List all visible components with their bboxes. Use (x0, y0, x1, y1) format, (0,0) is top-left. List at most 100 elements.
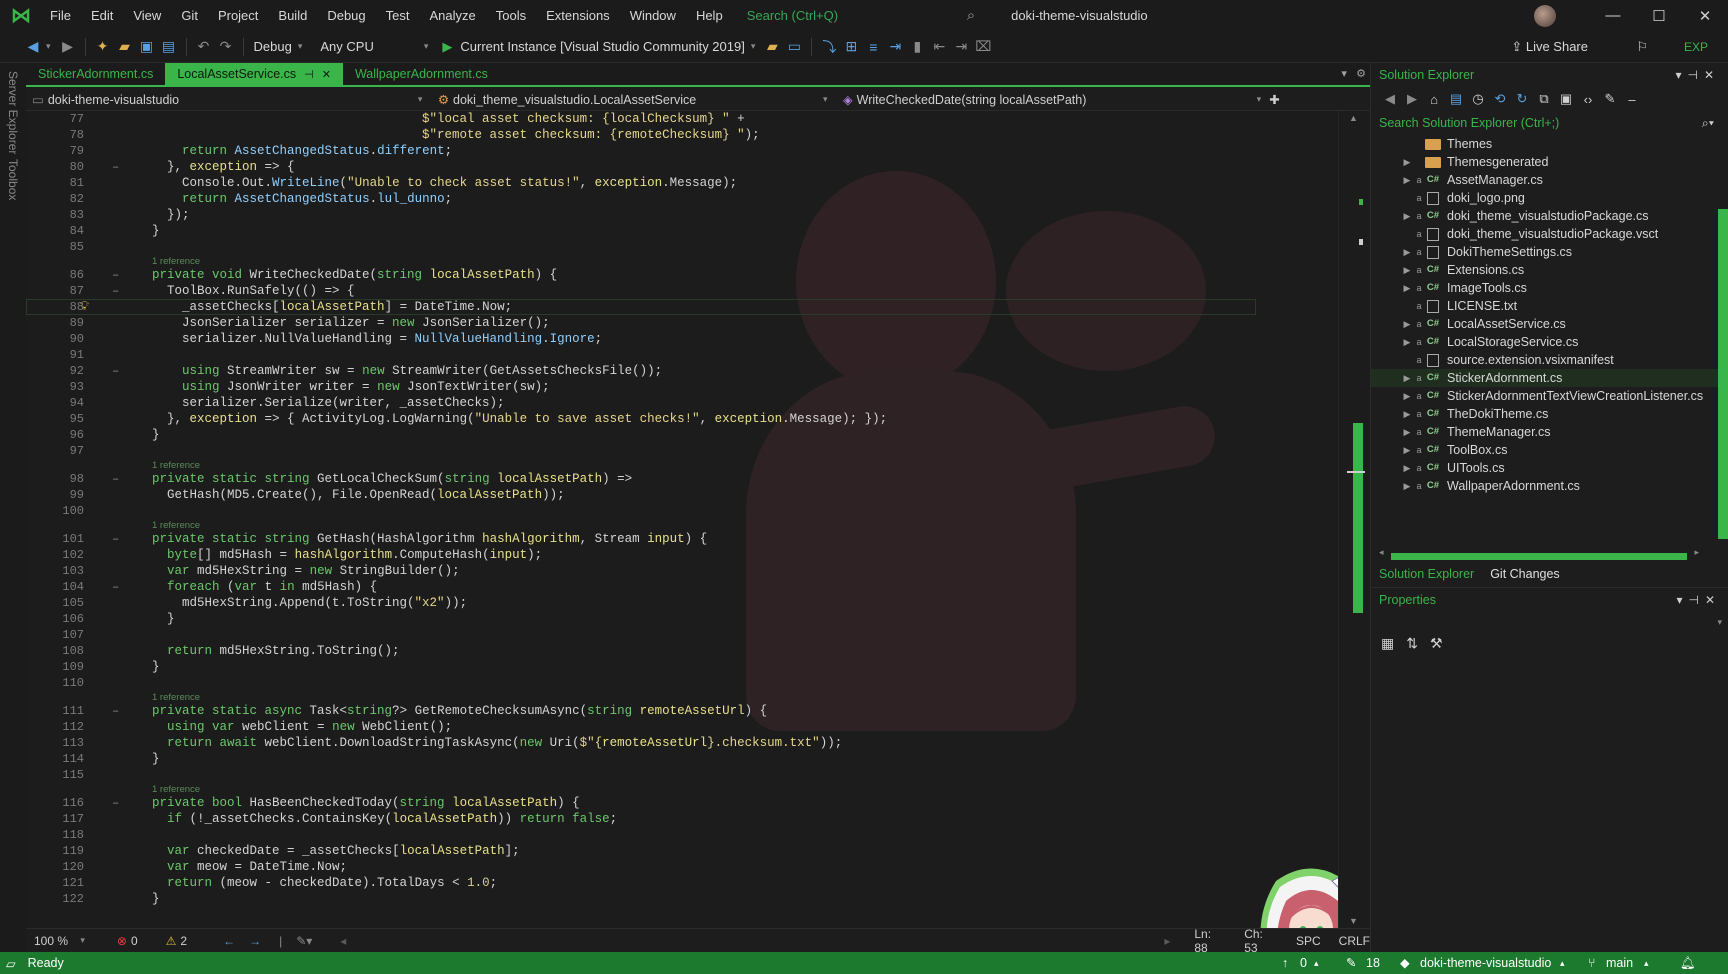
code-line[interactable]: } (152, 611, 175, 627)
code-line[interactable]: var checkedDate = _assetChecks[localAsse… (152, 843, 520, 859)
code-line[interactable]: $"remote asset checksum: {remoteChecksum… (152, 127, 760, 143)
warning-icon[interactable]: ⚠ (166, 934, 177, 948)
tree-item[interactable]: ▶ a C# LocalStorageService.cs (1371, 333, 1728, 351)
code-line[interactable]: foreach (var t in md5Hash) { (152, 579, 377, 595)
toolbox-tab[interactable]: Toolbox (6, 159, 20, 200)
error-count[interactable]: 0 (131, 934, 138, 948)
line-indicator[interactable]: Ln: 88 (1194, 927, 1226, 955)
next-bookmark-icon[interactable]: ⇥ (950, 38, 972, 55)
open-folder-icon[interactable]: ▰ (114, 38, 136, 55)
code-line[interactable]: }, exception => { (152, 159, 295, 175)
expand-caret-icon[interactable]: ▶ (1401, 459, 1413, 477)
code-line[interactable]: using StreamWriter sw = new StreamWriter… (152, 363, 662, 379)
fold-toggle-icon[interactable]: – (112, 531, 122, 547)
property-pages-icon[interactable]: ⚒ (1430, 635, 1443, 652)
expand-caret-icon[interactable]: ▶ (1401, 405, 1413, 423)
format-icon[interactable]: ≡ (862, 39, 884, 55)
configuration-dropdown[interactable]: Debug (250, 39, 296, 54)
switch-views-icon[interactable]: ▤ (1445, 91, 1467, 107)
code-line[interactable]: private void WriteCheckedDate(string loc… (152, 267, 557, 283)
chevron-down-icon[interactable]: ▾ (80, 935, 85, 946)
menu-help[interactable]: Help (686, 0, 733, 31)
cleanup-icon[interactable]: ✎▾ (296, 934, 312, 948)
tab-git-changes[interactable]: Git Changes (1490, 567, 1559, 581)
scroll-down-icon[interactable]: ▼ (1349, 916, 1358, 926)
close-icon[interactable]: ✕ (322, 69, 331, 81)
tree-item[interactable]: a LICENSE.txt (1371, 297, 1728, 315)
project-dropdown[interactable]: doki-theme-visualstudio (48, 93, 418, 107)
preview-icon[interactable]: – (1621, 92, 1643, 107)
tree-item[interactable]: ▶ a C# TheDokiTheme.cs (1371, 405, 1728, 423)
view-code-icon[interactable]: ‹› (1577, 92, 1599, 107)
tree-item[interactable]: a doki_logo.png (1371, 189, 1728, 207)
zoom-dropdown[interactable]: 100 % (34, 934, 68, 948)
error-icon[interactable]: ⊗ (117, 934, 127, 948)
fold-toggle-icon[interactable]: – (112, 579, 122, 595)
clear-bookmarks-icon[interactable]: ⌧ (972, 38, 994, 55)
collapse-all-icon[interactable]: ⧉ (1533, 91, 1555, 107)
chevron-down-icon[interactable]: ▾ (751, 41, 756, 52)
code-line[interactable]: }); (152, 207, 190, 223)
expand-caret-icon[interactable]: ▶ (1401, 423, 1413, 441)
menu-edit[interactable]: Edit (81, 0, 123, 31)
code-line[interactable]: return await webClient.DownloadStringTas… (152, 735, 842, 751)
expand-caret-icon[interactable]: ▶ (1401, 279, 1413, 297)
tree-item[interactable]: a source.extension.vsixmanifest (1371, 351, 1728, 369)
code-editor[interactable]: 77 $"local asset checksum: {localChecksu… (26, 111, 1338, 928)
tree-item[interactable]: ▶ a C# LocalAssetService.cs (1371, 315, 1728, 333)
properties-dropdown-icon[interactable]: ▾ (1717, 617, 1722, 628)
exp-badge[interactable]: EXP (1684, 31, 1708, 63)
forward-icon[interactable]: ▶ (57, 38, 79, 55)
menu-git[interactable]: Git (171, 0, 208, 31)
tab-wallpaper-adornment[interactable]: WallpaperAdornment.cs (343, 63, 500, 85)
categorized-icon[interactable]: ▦ (1381, 635, 1394, 652)
code-line[interactable]: return AssetChangedStatus.lul_dunno; (152, 191, 452, 207)
split-icon[interactable]: ✚ (1269, 92, 1279, 107)
show-all-files-icon[interactable]: ▣ (1555, 91, 1577, 107)
code-line[interactable]: } (152, 223, 160, 239)
code-line[interactable]: return (meow - checkedDate).TotalDays < … (152, 875, 497, 891)
fold-toggle-icon[interactable]: – (112, 703, 122, 719)
live-share-button[interactable]: ⇪ Live Share (1511, 31, 1588, 63)
avatar[interactable] (1534, 4, 1556, 27)
menu-test[interactable]: Test (376, 0, 420, 31)
alphabetical-icon[interactable]: ⇅ (1406, 635, 1418, 652)
forward-arrow-icon[interactable]: → (249, 934, 261, 948)
branch-name[interactable]: main (1606, 952, 1633, 974)
indent-icon[interactable]: ⇥ (884, 38, 906, 55)
code-line[interactable]: serializer.Serialize(writer, _assetCheck… (152, 395, 505, 411)
scroll-left-icon[interactable]: ◂ (340, 934, 346, 948)
horizontal-scroll-thumb[interactable] (1391, 553, 1687, 560)
sync-icon[interactable]: ⟲ (1489, 91, 1511, 107)
feedback-icon[interactable]: ⚐ (1636, 31, 1648, 63)
menu-tools[interactable]: Tools (486, 0, 536, 31)
chevron-down-icon[interactable]: ▾ (424, 41, 429, 52)
code-line[interactable]: serializer.NullValueHandling = NullValue… (152, 331, 602, 347)
save-all-icon[interactable]: ▤ (158, 38, 180, 55)
tree-item[interactable]: ▶ a C# StickerAdornment.cs (1371, 369, 1728, 387)
redo-icon[interactable]: ↷ (215, 38, 237, 55)
scroll-right-icon[interactable]: ▸ (1694, 547, 1699, 558)
bookmark-icon[interactable]: ▮ (906, 38, 928, 55)
scroll-left-icon[interactable]: ◂ (1379, 547, 1384, 558)
chevron-down-icon[interactable]: ▾ (418, 94, 434, 105)
fold-toggle-icon[interactable]: – (112, 795, 122, 811)
code-line[interactable]: return md5HexString.ToString(); (152, 643, 400, 659)
code-line[interactable]: ToolBox.RunSafely(() => { (152, 283, 355, 299)
repo-icon[interactable]: ◆ (1400, 952, 1410, 974)
run-target-button[interactable]: Current Instance [Visual Studio Communit… (456, 39, 748, 54)
code-line[interactable]: md5HexString.Append(t.ToString("x2")); (152, 595, 467, 611)
folder-icon[interactable]: ▰ (761, 38, 783, 55)
tree-item[interactable]: ▶ a C# ImageTools.cs (1371, 279, 1728, 297)
code-line[interactable]: } (152, 751, 160, 767)
maximize-icon[interactable]: ☐ (1636, 7, 1682, 25)
expand-caret-icon[interactable]: ▶ (1401, 261, 1413, 279)
minimize-icon[interactable]: — (1590, 7, 1636, 24)
solution-tree[interactable]: Themes ▶ Themesgenerated ▶ a C# AssetManager.c… (1371, 135, 1728, 495)
expand-caret-icon[interactable]: ▶ (1401, 153, 1413, 171)
search-icon[interactable]: ⌕ (967, 7, 975, 24)
menu-extensions[interactable]: Extensions (536, 0, 620, 31)
scroll-right-icon[interactable]: ▸ (1164, 934, 1170, 948)
gear-icon[interactable]: ⚙ (1356, 68, 1366, 80)
editor-scrollbar[interactable]: ▲ ▼ (1338, 111, 1370, 928)
